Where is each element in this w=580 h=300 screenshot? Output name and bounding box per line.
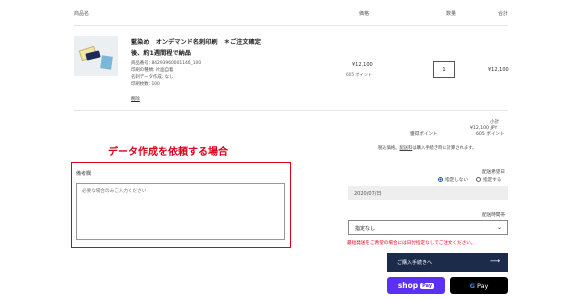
item-divider	[74, 110, 508, 111]
shop-pay-label: shop	[397, 281, 419, 290]
delivery-time-label: 配送時間帯	[482, 213, 505, 218]
product-detail-print-count: 印刷枚数: 100	[131, 82, 160, 87]
delivery-date-label: 配送希望日	[482, 170, 505, 175]
google-pay-label: Pay	[476, 281, 489, 290]
header-total: 合計	[498, 11, 509, 17]
delete-link[interactable]: 削除	[131, 96, 140, 102]
radio-unspecified[interactable]: 指定しない	[438, 177, 468, 183]
checkout-button[interactable]: ご購入手続きへ ⟶	[387, 253, 508, 272]
notes-textarea[interactable]	[76, 183, 285, 240]
header-price: 価格	[359, 11, 370, 17]
shop-pay-pill: Pay	[420, 282, 435, 289]
item-points: 605 ポイント	[346, 72, 373, 77]
delivery-date-input[interactable]: 2020/07/日	[348, 186, 508, 200]
product-name[interactable]: 藍染め オンデマンド名刺印刷 ＊ご注文確定後、約1週間程で納品	[131, 37, 261, 59]
shop-pay-button[interactable]: shop Pay	[387, 277, 445, 294]
shipping-link[interactable]: 配送料	[399, 146, 412, 151]
radio-unspecified-dot	[438, 177, 443, 182]
data-request-heading: データ作成を依頼する場合	[108, 147, 228, 158]
header-product: 商品名	[74, 11, 90, 17]
product-thumbnail[interactable]	[74, 36, 118, 76]
quantity-input[interactable]: 1	[433, 61, 455, 78]
product-detail-print-type: 印刷の種類: 片面自着	[131, 68, 174, 73]
points-label: 獲得ポイント	[410, 132, 438, 137]
radio-specify-dot	[476, 177, 481, 182]
google-pay-button[interactable]: G Pay	[450, 277, 508, 294]
shipping-warning: 最短発送をご希望の場合には日付指定なしでご注文ください。	[347, 241, 476, 246]
delivery-time-select[interactable]: 指定なし ⌄	[348, 220, 508, 235]
radio-specify[interactable]: 指定する	[476, 177, 501, 183]
header-quantity: 数量	[446, 11, 457, 17]
header-divider	[74, 25, 508, 26]
chevron-down-icon: ⌄	[496, 224, 502, 231]
tax-note: 税込価格。配送料は購入手続き時に計算されます。	[378, 146, 477, 151]
checkout-label: ご購入手続きへ	[397, 260, 433, 266]
product-detail-sku: 商品番号: 84293960001146_100	[131, 61, 202, 66]
arrow-right-icon: ⟶	[489, 257, 500, 265]
item-line-total: ¥12,100	[488, 67, 509, 73]
points-value: 605 ポイント	[476, 132, 505, 137]
notes-label: 備考欄	[76, 171, 92, 177]
delivery-time-selected: 指定なし	[355, 226, 376, 232]
item-price: ¥12,100	[352, 62, 373, 68]
google-g-icon: G	[469, 281, 475, 290]
product-detail-data-creation: 名刺データ作成: なし	[131, 75, 174, 80]
subtotal-label: 小計	[490, 120, 500, 125]
